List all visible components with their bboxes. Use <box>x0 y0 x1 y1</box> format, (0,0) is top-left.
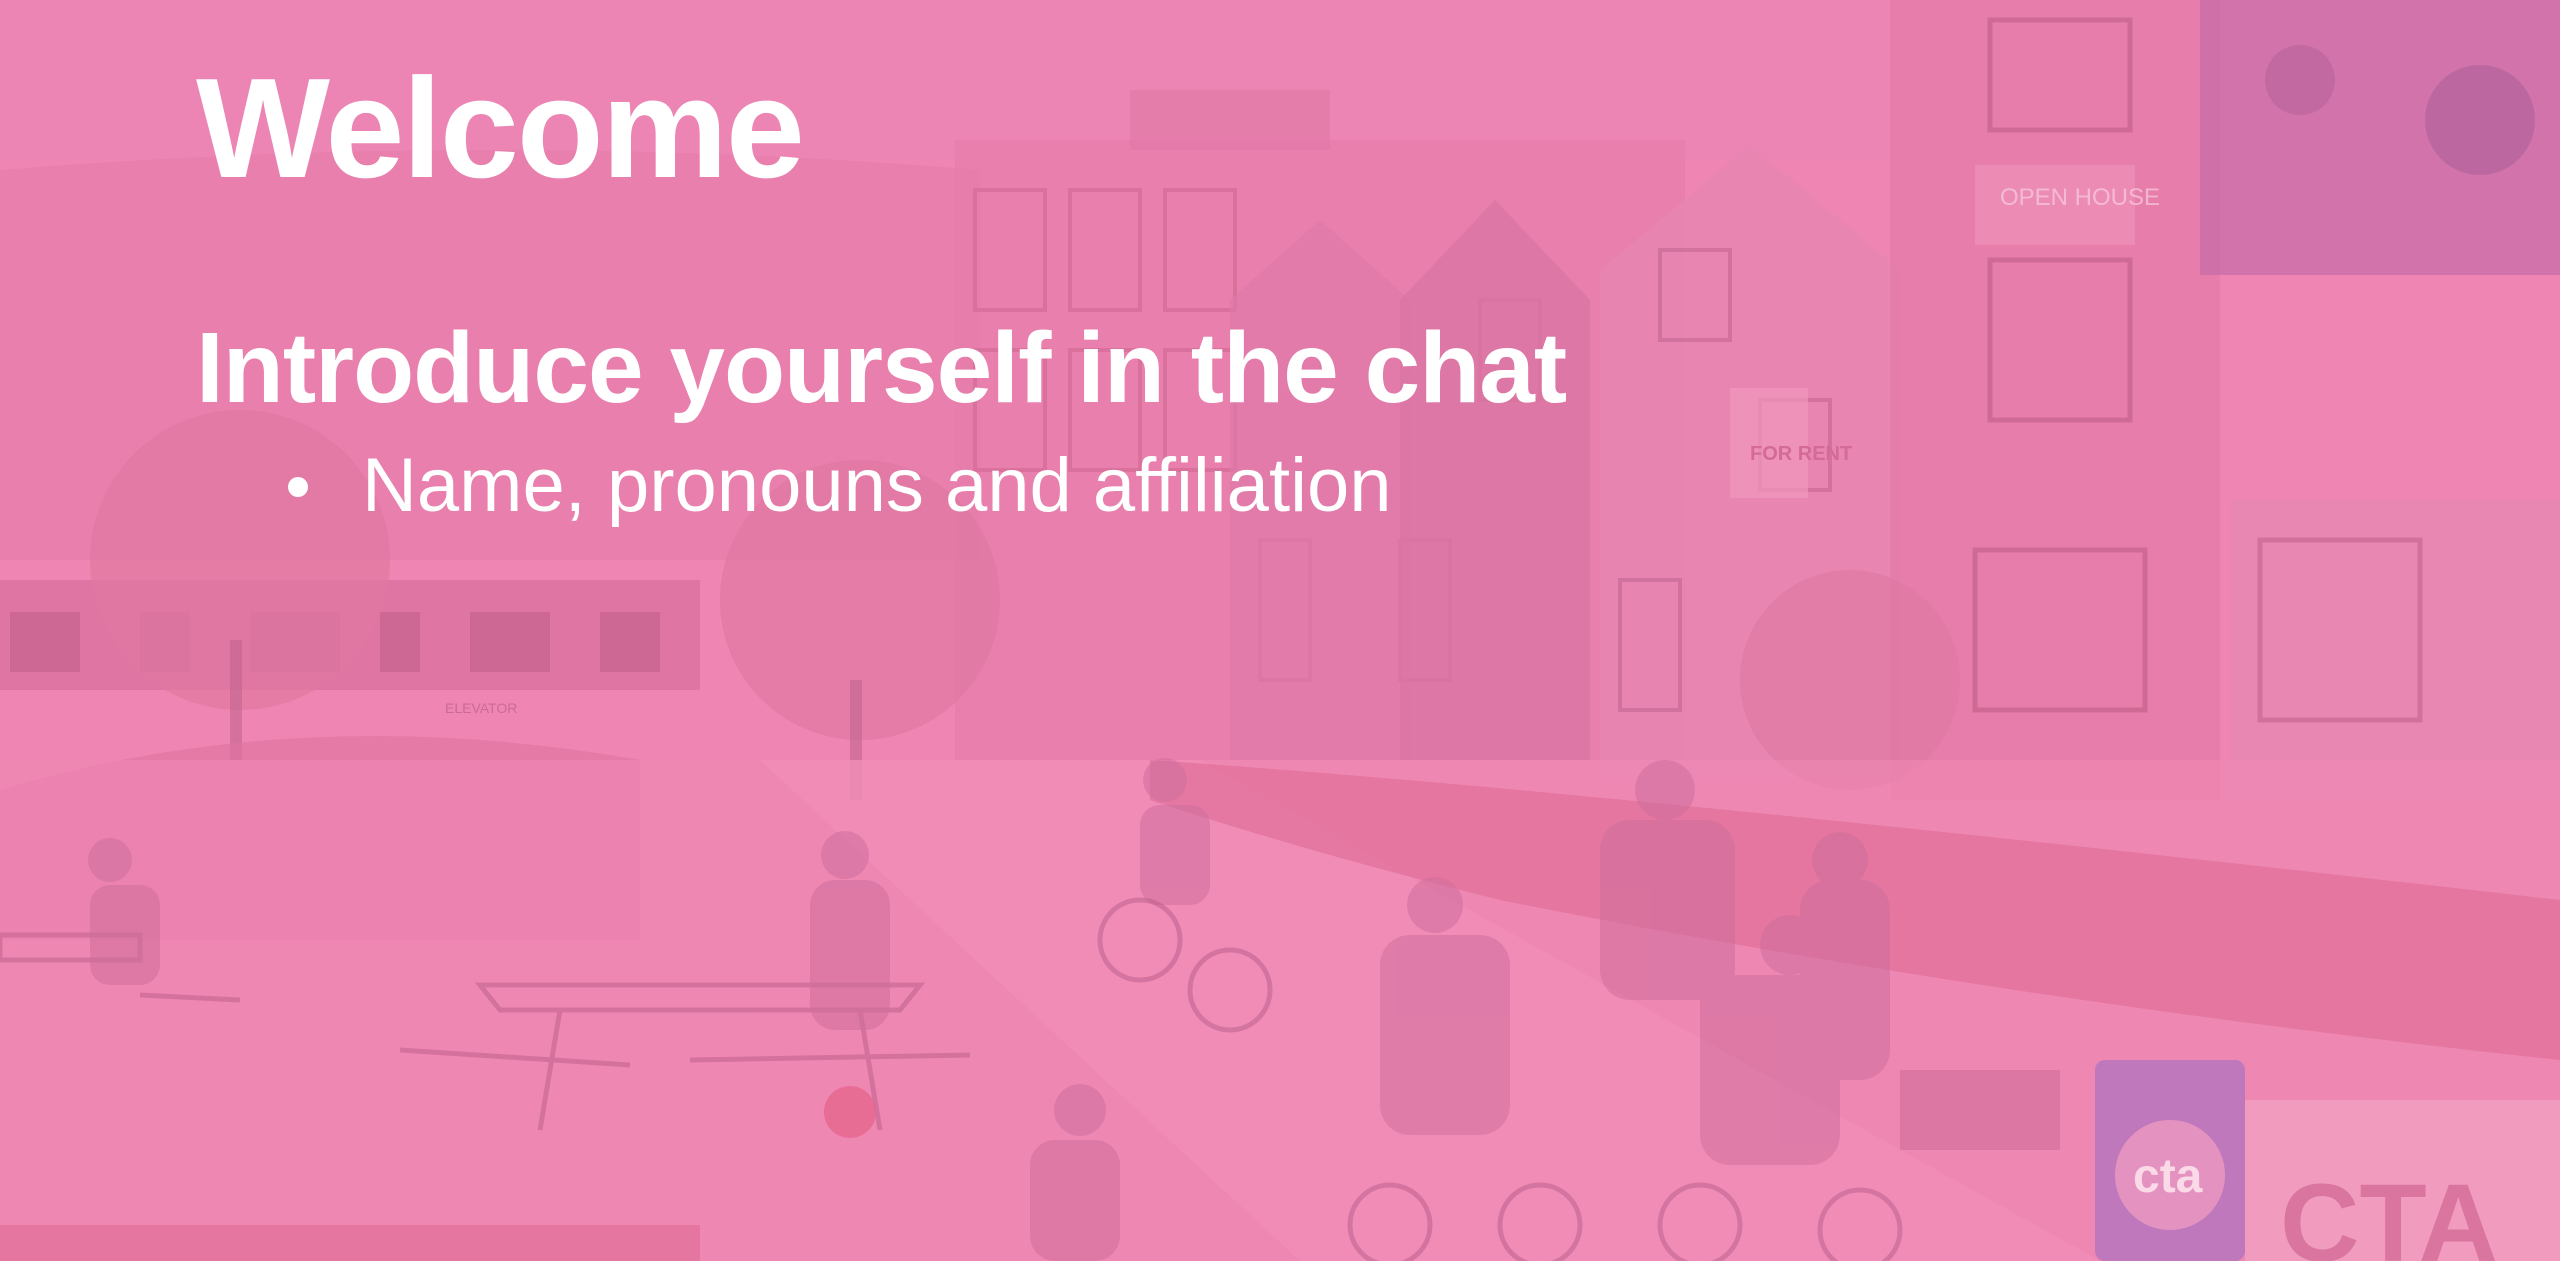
list-item: Name, pronouns and affiliation <box>288 440 1392 531</box>
slide-heading: Introduce yourself in the chat <box>196 312 1567 424</box>
slide-title: Welcome <box>196 49 805 208</box>
bullet-list: Name, pronouns and affiliation <box>288 440 1392 531</box>
bullet-text: Name, pronouns and affiliation <box>362 443 1392 528</box>
slide: ELEVATOR FOR RENT OPEN HOUSE cta CTA Wel… <box>0 0 2560 1261</box>
bullet-icon <box>288 477 308 497</box>
